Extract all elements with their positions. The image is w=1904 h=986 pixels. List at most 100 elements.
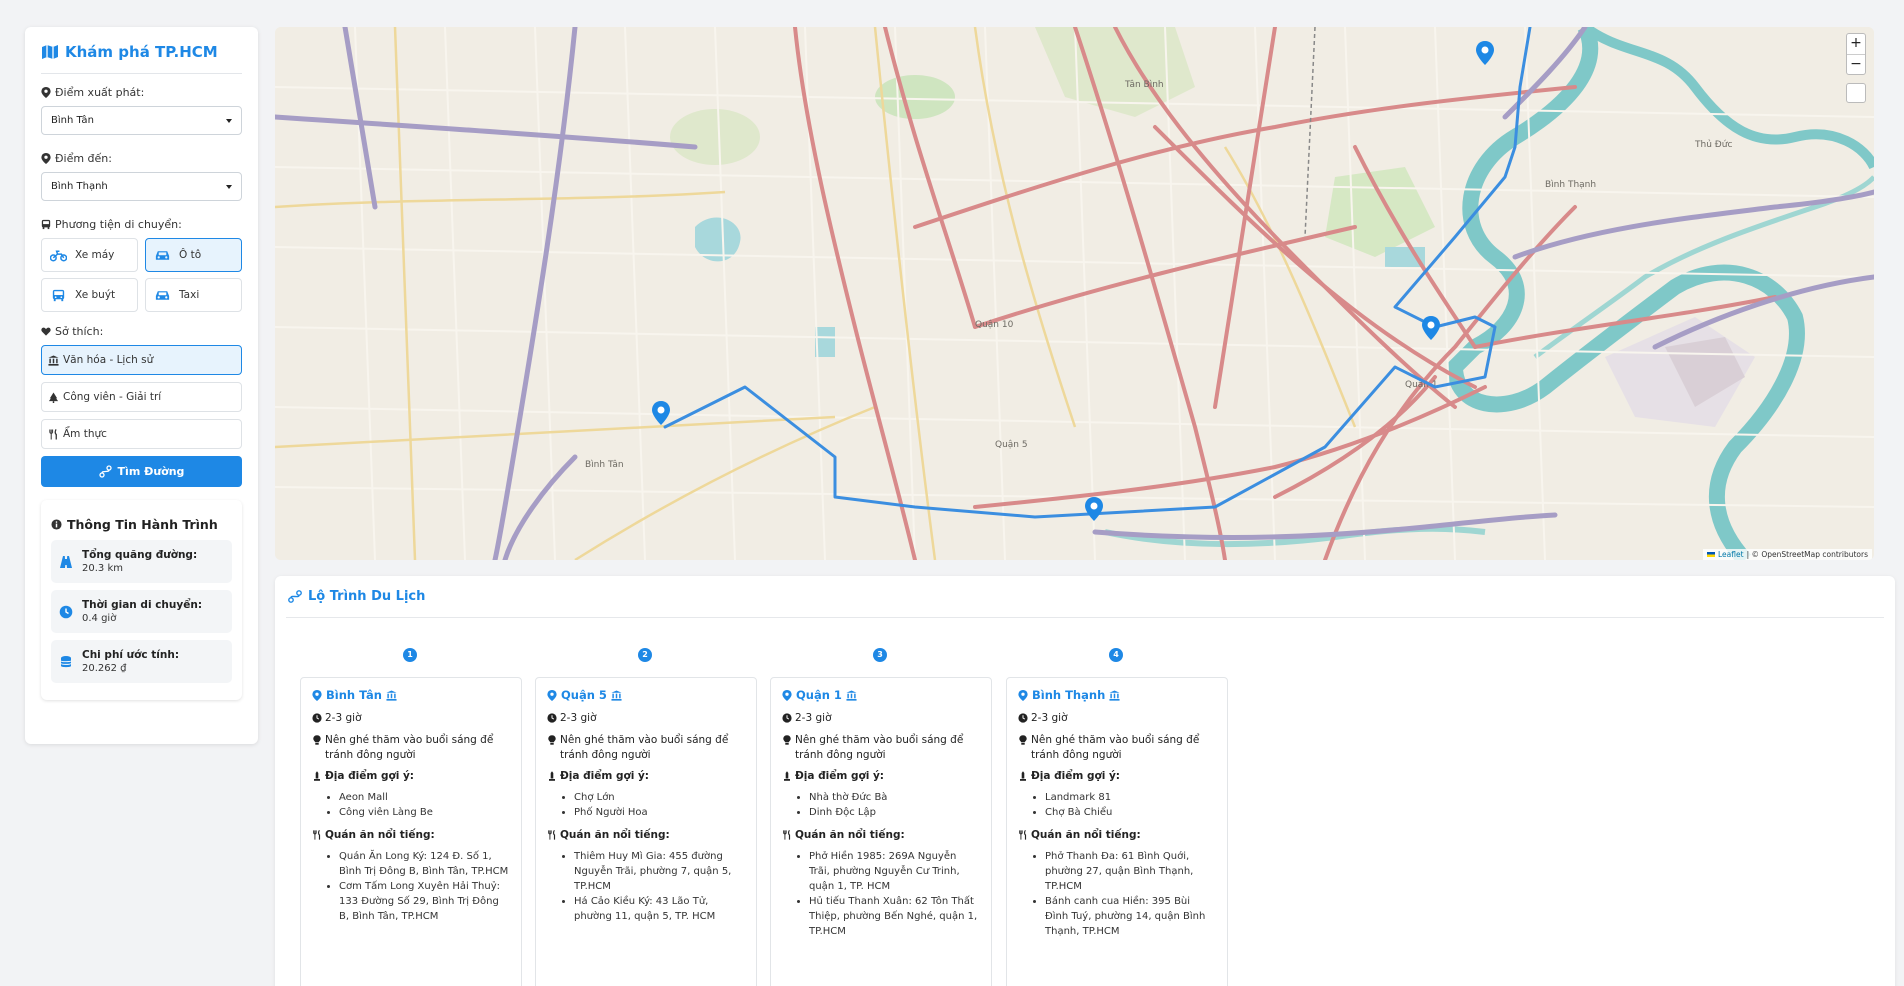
zoom-out-button[interactable]: − <box>1847 54 1865 74</box>
pref-cuisine[interactable]: Ẩm thực <box>41 419 242 449</box>
tip-row: Nên ghé thăm vào buổi sáng để tránh đông… <box>782 733 980 763</box>
map-marker-binh-tan[interactable] <box>651 401 671 425</box>
list-item: Bánh canh cua Hiền: 395 Bùi Đình Tuý, ph… <box>1045 894 1216 939</box>
duration-row: 2-3 giờ <box>312 711 510 726</box>
transport-motorbike-button[interactable]: Xe máy <box>41 238 138 272</box>
utensils-icon <box>1019 830 1027 840</box>
chevron-down-icon <box>226 118 232 123</box>
map-label-quan-10: Quận 10 <box>975 320 1014 330</box>
transport-bus-button[interactable]: Xe buýt <box>41 278 138 312</box>
car-icon <box>155 250 170 260</box>
layer-control-button[interactable] <box>1846 83 1866 103</box>
stat-distance: Tổng quãng đường: 20.3 km <box>51 540 232 583</box>
route-icon <box>288 590 302 603</box>
itinerary-title: Lộ Trình Du Lịch <box>288 589 425 604</box>
brand-title: Khám phá TP.HCM <box>65 43 218 61</box>
places-list: Aeon Mall Công viên Làng Be <box>312 790 510 820</box>
map-pin-icon <box>41 153 51 164</box>
duration-row: 2-3 giờ <box>547 711 745 726</box>
zoom-in-button[interactable]: + <box>1847 34 1865 54</box>
ukraine-flag-icon <box>1707 552 1716 557</box>
utensils-icon <box>313 830 321 840</box>
tip-row: Nên ghé thăm vào buổi sáng để tránh đông… <box>312 733 510 763</box>
list-item: Dinh Độc Lập <box>809 805 980 820</box>
map-view[interactable]: Bình Tân Tân Bình Quận 10 Quận 1 Bình Th… <box>275 27 1874 560</box>
places-heading: Địa điểm gợi ý: <box>547 770 745 782</box>
food-list: Quán Ăn Long Ký: 124 Đ. Số 1, Bình Trị Đ… <box>312 849 510 924</box>
food-list: Phở Thanh Đa: 61 Bình Quới, phường 27, q… <box>1018 849 1216 939</box>
places-list: Chợ Lớn Phố Người Hoa <box>547 790 745 820</box>
clock-icon <box>312 713 322 723</box>
map-marker-binh-thanh[interactable] <box>1475 41 1495 65</box>
app-brand: Khám phá TP.HCM <box>41 43 242 74</box>
list-item: Công viên Làng Be <box>339 805 510 820</box>
landmark-icon <box>48 354 59 366</box>
lightbulb-icon <box>783 735 791 745</box>
list-item: Nhà thờ Đức Bà <box>809 790 980 805</box>
monument-icon <box>784 771 790 781</box>
stop-title: Quận 5 <box>547 688 745 702</box>
pref-culture-history[interactable]: Văn hóa - Lịch sử <box>41 345 242 375</box>
list-item: Thiêm Huy Mì Gia: 455 đường Nguyễn Trãi,… <box>574 849 745 894</box>
coins-icon <box>60 655 72 667</box>
clock-icon <box>59 605 73 618</box>
stop-card-2: Quận 5 2-3 giờ Nên ghé thăm vào buổi sán… <box>535 677 757 986</box>
landmark-icon <box>1109 689 1120 701</box>
transport-car-button[interactable]: Ô tô <box>145 238 242 272</box>
duration-row: 2-3 giờ <box>782 711 980 726</box>
sidebar: Khám phá TP.HCM Điểm xuất phát: Bình Tân… <box>25 27 258 744</box>
pref-park-entertainment[interactable]: Công viên - Giải trí <box>41 382 242 412</box>
list-item: Aeon Mall <box>339 790 510 805</box>
list-item: Phở Hiền 1985: 269A Nguyễn Trãi, phường … <box>809 849 980 894</box>
lightbulb-icon <box>313 735 321 745</box>
food-heading: Quán ăn nổi tiếng: <box>1018 829 1216 841</box>
stop-title: Bình Thạnh <box>1018 688 1216 702</box>
map-label-tan-binh: Tân Bình <box>1124 80 1164 90</box>
landmark-icon <box>846 689 857 701</box>
list-item: Chợ Lớn <box>574 790 745 805</box>
stop-title: Bình Tân <box>312 688 510 702</box>
places-heading: Địa điểm gợi ý: <box>1018 770 1216 782</box>
map-marker-quan-1[interactable] <box>1421 316 1441 340</box>
monument-icon <box>314 771 320 781</box>
trip-info-title: Thông Tin Hành Trình <box>51 517 232 532</box>
map-marker-quan-5[interactable] <box>1084 497 1104 521</box>
itinerary-panel: Lộ Trình Du Lịch 1 2 3 4 Bình Tân 2-3 gi… <box>275 576 1895 986</box>
map-label-binh-thanh: Bình Thạnh <box>1545 180 1596 190</box>
map-pin-icon <box>782 689 792 701</box>
info-circle-icon <box>51 519 62 530</box>
clock-icon <box>782 713 792 723</box>
food-list: Thiêm Huy Mì Gia: 455 đường Nguyễn Trãi,… <box>547 849 745 924</box>
stop-card-1: Bình Tân 2-3 giờ Nên ghé thăm vào buổi s… <box>300 677 522 986</box>
leaflet-link[interactable]: Leaflet <box>1718 550 1744 559</box>
transport-label: Phương tiện di chuyển: <box>41 218 242 231</box>
transport-taxi-button[interactable]: Taxi <box>145 278 242 312</box>
map-pin-icon <box>41 87 51 98</box>
map-label-quan-5: Quận 5 <box>995 440 1028 450</box>
step-number-2: 2 <box>638 648 652 662</box>
map-icon <box>42 45 58 59</box>
find-route-button[interactable]: Tìm Đường <box>41 456 242 487</box>
places-heading: Địa điểm gợi ý: <box>312 770 510 782</box>
clock-icon <box>1018 713 1028 723</box>
motorcycle-icon <box>50 249 67 261</box>
list-item: Phố Người Hoa <box>574 805 745 820</box>
end-select[interactable]: Bình Thạnh <box>41 172 242 201</box>
tip-row: Nên ghé thăm vào buổi sáng để tránh đông… <box>547 733 745 763</box>
map-base-layer: Bình Tân Tân Bình Quận 10 Quận 1 Bình Th… <box>275 27 1874 560</box>
map-pin-icon <box>547 689 557 701</box>
lightbulb-icon <box>1019 735 1027 745</box>
tree-icon <box>48 391 59 403</box>
map-pin-icon <box>1018 689 1028 701</box>
start-select[interactable]: Bình Tân <box>41 106 242 135</box>
landmark-icon <box>611 689 622 701</box>
taxi-icon <box>155 290 170 300</box>
heart-icon <box>41 327 51 336</box>
list-item: Landmark 81 <box>1045 790 1216 805</box>
trip-info-panel: Thông Tin Hành Trình Tổng quãng đường: 20… <box>41 500 242 700</box>
places-list: Landmark 81 Chợ Bà Chiểu <box>1018 790 1216 820</box>
prefs-label: Sở thích: <box>41 325 242 338</box>
duration-row: 2-3 giờ <box>1018 711 1216 726</box>
clock-icon <box>547 713 557 723</box>
utensils-icon <box>49 428 57 440</box>
